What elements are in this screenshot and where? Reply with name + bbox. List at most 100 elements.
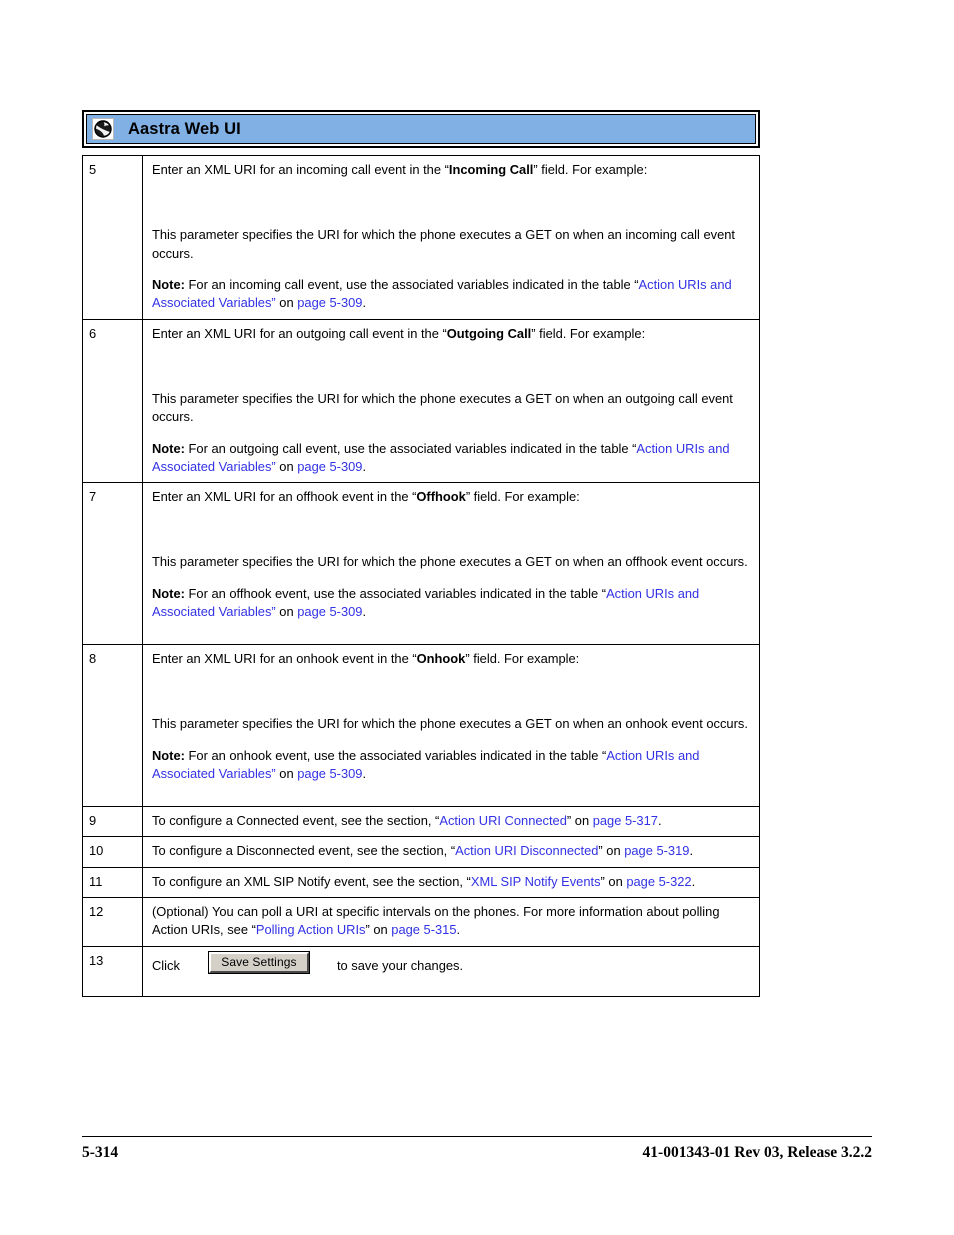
step-intro-suffix: ” field. For example: (465, 651, 580, 667)
note-label: Note: (152, 585, 185, 601)
table-row: 7 Enter an XML URI for an offhook event … (82, 482, 760, 646)
note-page-link[interactable]: page 5-309 (297, 295, 362, 310)
table-row: 12 (Optional) You can poll a URI at spec… (82, 897, 760, 947)
step-intro-field-name: Offhook (416, 489, 466, 505)
step-number: 13 (82, 945, 143, 997)
step-intro: Enter an XML URI for an offhook event in… (152, 488, 749, 506)
step-text-suffix: . (657, 813, 662, 829)
step-text: To configure a Connected event, see the … (152, 812, 749, 830)
note-text: For an incoming call event, use the asso… (184, 276, 635, 292)
note-label: Note: (152, 276, 185, 292)
step-body: Enter an XML URI for an outgoing call ev… (142, 318, 760, 484)
section-link[interactable]: Action URI Disconnected (455, 843, 598, 858)
page-link[interactable]: page 5-319 (624, 843, 689, 858)
step-intro: Enter an XML URI for an outgoing call ev… (152, 325, 749, 343)
step-body: To configure a Disconnected event, see t… (142, 836, 760, 868)
note-page-link[interactable]: page 5-309 (297, 766, 362, 781)
note-on: on (275, 458, 298, 474)
aastra-web-ui-title: Aastra Web UI (128, 119, 241, 138)
step-number: 11 (82, 866, 143, 899)
page-footer: 5-314 41-001343-01 Rev 03, Release 3.2.2 (82, 1144, 872, 1162)
step-number: 7 (82, 482, 143, 646)
step-intro: Enter an XML URI for an onhook event in … (152, 650, 749, 668)
step-intro-prefix: Enter an XML URI for an offhook event in… (152, 489, 417, 505)
note-text: For an offhook event, use the associated… (184, 585, 602, 601)
step-number: 8 (82, 644, 143, 808)
table-row: 10 To configure a Disconnected event, se… (82, 836, 760, 868)
step-text-mid: ” on (365, 922, 392, 938)
step-intro: Enter an XML URI for an incoming call ev… (152, 161, 749, 179)
page-link[interactable]: page 5-317 (593, 813, 658, 828)
aastra-globe-icon (92, 118, 114, 140)
note-on: on (275, 766, 298, 782)
step-intro-suffix: ” field. For example: (533, 162, 648, 177)
step-number: 10 (82, 836, 143, 868)
save-settings-tail-label: to save your changes. (336, 957, 464, 973)
step-intro-field-name: Outgoing Call (446, 325, 532, 341)
step-number: 12 (82, 897, 143, 947)
table-row: 9 To configure a Connected event, see th… (82, 806, 760, 838)
step-note: Note: For an offhook event, use the asso… (152, 585, 749, 622)
step-number: 5 (82, 155, 143, 320)
step-body: To configure an XML SIP Notify event, se… (142, 866, 760, 899)
section-link[interactable]: Polling Action URIs (256, 922, 366, 937)
section-link[interactable]: XML SIP Notify Events (471, 874, 601, 889)
save-settings-instruction: Click Save Settings to save your changes… (152, 951, 749, 975)
step-text: To configure an XML SIP Notify event, se… (152, 873, 749, 891)
note-period: . (362, 766, 367, 782)
step-body: Click Save Settings to save your changes… (142, 945, 760, 997)
step-description: This parameter specifies the URI for whi… (152, 716, 748, 732)
step-body: To configure a Connected event, see the … (142, 806, 760, 838)
table-row: 11 To configure an XML SIP Notify event,… (82, 866, 760, 899)
step-body: Enter an XML URI for an incoming call ev… (142, 155, 760, 320)
table-row: 5 Enter an XML URI for an incoming call … (82, 155, 760, 320)
step-body: (Optional) You can poll a URI at specifi… (142, 897, 760, 947)
step-text-mid: ” on (566, 813, 593, 829)
step-description: This parameter specifies the URI for whi… (152, 390, 733, 425)
aastra-web-ui-header-inner: Aastra Web UI (86, 114, 756, 144)
step-text-mid: ” on (598, 843, 625, 859)
note-page-link[interactable]: page 5-309 (297, 604, 362, 619)
step-note: Note: For an onhook event, use the assoc… (152, 747, 749, 784)
step-note: Note: For an outgoing call event, use th… (152, 440, 749, 477)
table-row: 6 Enter an XML URI for an outgoing call … (82, 318, 760, 484)
step-text-suffix: . (689, 843, 694, 859)
document-page: Aastra Web UI 5 Enter an XML URI for an … (0, 0, 954, 1235)
note-label: Note: (152, 747, 185, 763)
footer-document-reference: 41-001343-01 Rev 03, Release 3.2.2 (642, 1144, 872, 1161)
save-settings-button[interactable]: Save Settings (208, 951, 309, 973)
step-note: Note: For an incoming call event, use th… (152, 276, 749, 313)
footer-divider (82, 1136, 872, 1137)
step-text-mid: ” on (600, 873, 627, 889)
note-period: . (362, 604, 367, 620)
step-text: (Optional) You can poll a URI at specifi… (152, 903, 749, 940)
note-page-link[interactable]: page 5-309 (297, 459, 362, 474)
note-period: . (362, 295, 367, 311)
configuration-steps-table: 5 Enter an XML URI for an incoming call … (82, 155, 760, 997)
step-intro-prefix: Enter an XML URI for an outgoing call ev… (152, 325, 447, 341)
step-number: 9 (82, 806, 143, 838)
note-on: on (275, 295, 298, 311)
note-on: on (275, 604, 298, 620)
click-label: Click (152, 957, 180, 973)
step-body: Enter an XML URI for an offhook event in… (142, 482, 760, 646)
section-link[interactable]: Action URI Connected (439, 813, 567, 828)
step-intro-suffix: ” field. For example: (465, 489, 580, 505)
step-text-suffix: . (456, 922, 461, 938)
step-intro-prefix: Enter an XML URI for an onhook event in … (152, 651, 417, 667)
step-text-suffix: . (691, 873, 696, 889)
step-intro-suffix: ” field. For example: (531, 325, 646, 341)
step-text-prefix: To configure a Disconnected event, see t… (152, 843, 456, 859)
footer-page-number: 5-314 (82, 1144, 119, 1161)
page-link[interactable]: page 5-315 (391, 922, 456, 937)
note-text: For an onhook event, use the associated … (184, 747, 603, 763)
step-intro-field-name: Incoming Call (448, 162, 534, 177)
step-intro-field-name: Onhook (416, 651, 466, 667)
step-description: This parameter specifies the URI for whi… (152, 554, 748, 570)
step-body: Enter an XML URI for an onhook event in … (142, 644, 760, 808)
note-period: . (362, 458, 367, 474)
page-link[interactable]: page 5-322 (626, 874, 691, 889)
note-label: Note: (152, 440, 185, 456)
step-text-prefix: To configure an XML SIP Notify event, se… (152, 873, 471, 889)
step-intro-prefix: Enter an XML URI for an incoming call ev… (152, 162, 449, 177)
